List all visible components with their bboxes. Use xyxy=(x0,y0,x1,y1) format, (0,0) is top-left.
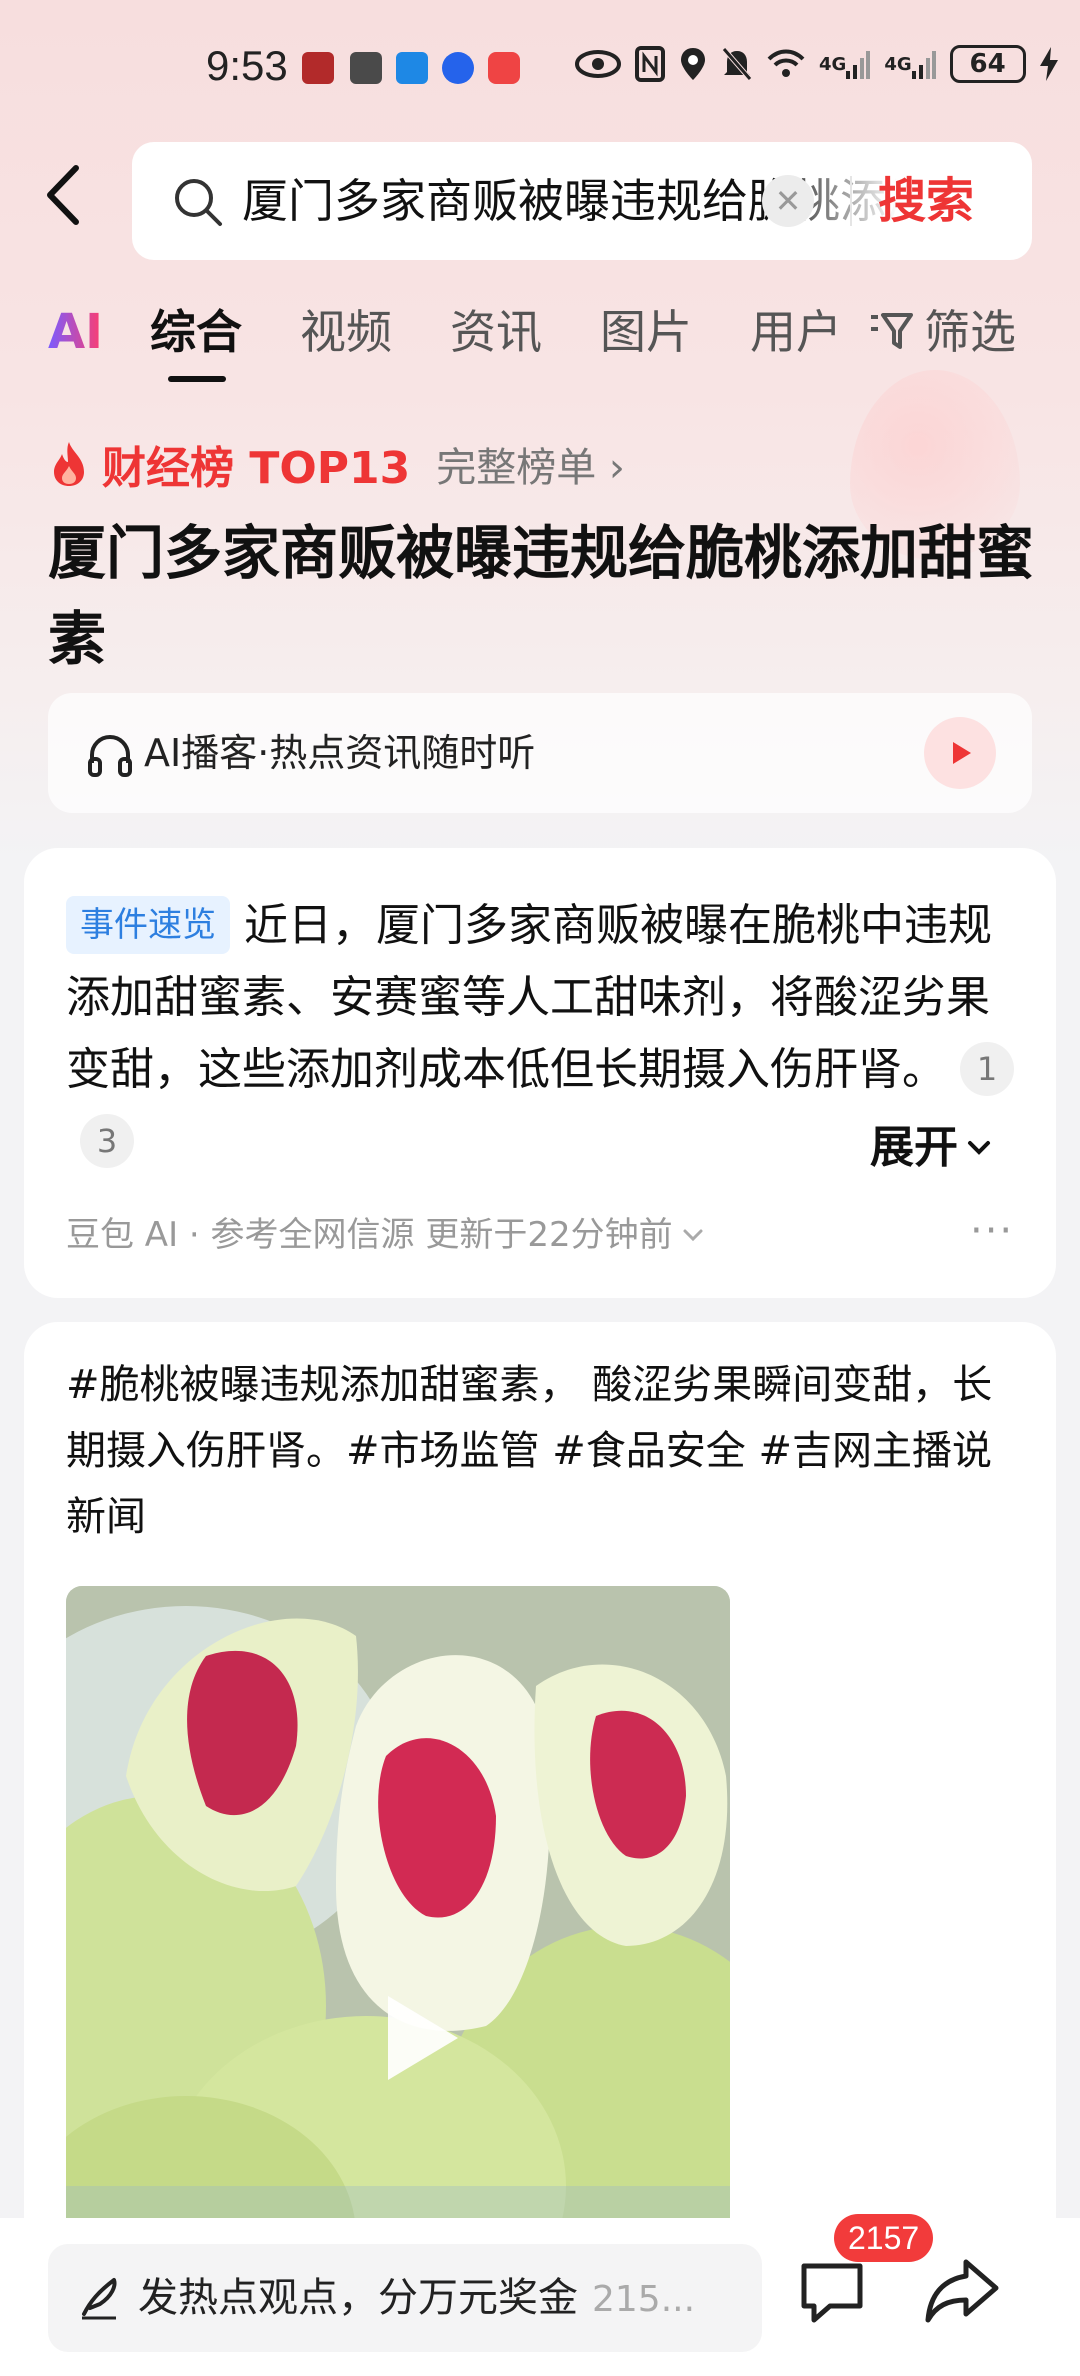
pen-icon xyxy=(82,2278,117,2320)
nfc-icon xyxy=(635,44,665,84)
search-button[interactable]: 搜索 xyxy=(878,166,974,236)
ai-podcast-bar[interactable]: AI播客·热点资讯随时听 xyxy=(48,693,1032,813)
comment-input[interactable]: 发热点观点，分万元奖金 215... xyxy=(48,2244,762,2352)
video-thumbnail[interactable] xyxy=(66,1586,730,2326)
search-box[interactable]: 厦门多家商贩被曝违规给脆桃添加甜蜜素 ✕ 搜索 xyxy=(132,142,1032,260)
peach-image xyxy=(66,1586,730,2326)
chevron-down-icon xyxy=(968,1141,990,1155)
clear-icon[interactable]: ✕ xyxy=(762,175,814,227)
tab-ai[interactable]: AI xyxy=(48,302,103,362)
mute-icon xyxy=(721,44,753,84)
status-time: 9:53 xyxy=(206,42,288,89)
more-options-icon[interactable]: ··· xyxy=(970,1208,1014,1254)
bottom-bar: 发热点观点，分万元奖金 215... 2157 xyxy=(0,2214,1080,2376)
battery-icon: 64 xyxy=(949,45,1026,83)
share-icon[interactable] xyxy=(924,2256,1000,2326)
comment-placeholder: 发热点观点，分万元奖金 215... xyxy=(138,2266,695,2332)
chevron-down-small-icon xyxy=(683,1229,703,1242)
hot-list-row[interactable]: 财经榜 TOP13 完整榜单 › xyxy=(48,432,625,496)
comment-count-badge: 2157 xyxy=(834,2214,934,2262)
reference-badge-1[interactable]: 1 xyxy=(960,1042,1014,1096)
source-text: 豆包 AI · 参考全网信源 更新于22分钟前 xyxy=(66,1215,673,1255)
app-notification-icon xyxy=(302,52,334,84)
filter-label: 筛选 xyxy=(924,305,1016,359)
chevron-left-icon xyxy=(47,165,79,225)
expand-button[interactable]: 展开 xyxy=(870,1112,994,1184)
signal-label-2: 4G xyxy=(884,53,912,75)
hot-list-label: 财经榜 TOP13 xyxy=(102,443,411,494)
location-icon xyxy=(679,44,707,84)
signal-label-1: 4G xyxy=(819,53,847,75)
tab-images[interactable]: 图片 xyxy=(600,302,692,362)
tab-active-indicator xyxy=(168,376,226,382)
comment-placeholder-text: 发热点观点，分万元奖金 xyxy=(138,2275,578,2321)
tv-app-icon xyxy=(488,52,520,84)
charging-icon xyxy=(1039,44,1058,84)
system-icons: 4G 4G 64 xyxy=(575,44,1058,84)
comment-icon[interactable] xyxy=(796,2254,872,2326)
headphones-icon xyxy=(88,734,132,777)
battery-level: 64 xyxy=(969,49,1006,79)
tab-bar: AI 综合 视频 资讯 图片 用户 筛选 xyxy=(0,290,1080,390)
fire-icon xyxy=(54,442,84,486)
page-title: 厦门多家商贩被曝违规给脆桃添加甜蜜素 xyxy=(48,519,1035,673)
comment-count-inline: 215... xyxy=(592,2279,696,2320)
event-badge: 事件速览 xyxy=(66,896,230,954)
event-summary-card[interactable]: 事件速览 近日，厦门多家商贩被曝在脆桃中违规添加甜蜜素、安赛蜜等人工甜味剂，将酸涩… xyxy=(24,848,1056,1298)
wifi-icon xyxy=(767,44,805,84)
podcast-play-button[interactable] xyxy=(924,717,996,789)
play-icon xyxy=(953,742,971,764)
tab-comprehensive[interactable]: 综合 xyxy=(150,302,242,362)
back-button[interactable] xyxy=(40,160,100,240)
tab-video[interactable]: 视频 xyxy=(300,302,392,362)
reference-badge-3[interactable]: 3 xyxy=(80,1114,134,1168)
filter-button[interactable]: 筛选 xyxy=(868,302,1016,362)
tab-users[interactable]: 用户 xyxy=(750,302,842,362)
signal-icon-2: 4G xyxy=(884,44,936,84)
source-info[interactable]: 豆包 AI · 参考全网信源 更新于22分钟前 xyxy=(66,1210,707,1260)
blue-app-icon xyxy=(396,52,428,84)
post-text: #脆桃被曝违规添加甜蜜素， 酸涩劣果瞬间变甜，长期摄入伤肝肾。#市场监管 #食品… xyxy=(66,1362,993,1540)
full-list-link[interactable]: 完整榜单 › xyxy=(436,435,625,493)
search-icon xyxy=(175,179,222,226)
filter-icon xyxy=(871,313,913,349)
status-bar: 9:53 4G 4G 64 xyxy=(0,0,1080,130)
video-play-icon[interactable] xyxy=(388,1996,458,2080)
shield-app-icon xyxy=(350,52,382,84)
eye-icon xyxy=(575,44,621,84)
expand-label: 展开 xyxy=(870,1122,958,1173)
podcast-text: AI播客·热点资讯随时听 xyxy=(144,731,536,775)
tab-news[interactable]: 资讯 xyxy=(450,302,542,362)
search-divider xyxy=(850,176,852,226)
signal-icon-1: 4G xyxy=(819,44,871,84)
camera-app-icon xyxy=(442,52,474,84)
